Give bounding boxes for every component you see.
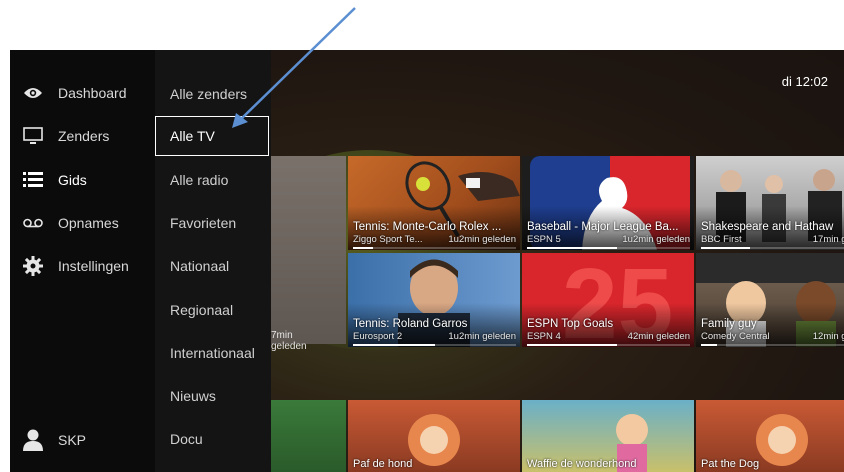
tile-title: Paf de hond [353, 458, 413, 470]
list-icon [22, 169, 44, 191]
sidebar-item-opnames[interactable]: Opnames [10, 208, 155, 238]
submenu-item-docu[interactable]: Docu [170, 431, 203, 447]
clock: di 12:02 [781, 74, 828, 89]
tile-channel: ESPN 5 [527, 234, 561, 245]
progress-bar [701, 344, 844, 346]
tile-title: Waffie de wonderhond [527, 458, 637, 470]
sidebar-item-label: Instellingen [58, 258, 129, 274]
tile-title: Pat the Dog [701, 458, 760, 470]
tile-paf-de-hond[interactable]: Paf de hond [348, 400, 520, 472]
sidebar-item-label: Dashboard [58, 85, 127, 101]
tile-tennis-roland-garros[interactable]: Tennis: Roland Garros Eurosport 2 1u2min… [348, 253, 520, 347]
progress-bar [353, 344, 516, 346]
sidebar-item-profile[interactable]: SKP [10, 425, 155, 455]
monitor-icon [22, 125, 44, 147]
tile-channel: BBC First [701, 234, 742, 245]
tile-pat-the-dog[interactable]: Pat the Dog [696, 400, 844, 472]
submenu-item-regionaal[interactable]: Regionaal [170, 302, 233, 318]
tile-ago: 1u2min geleden [448, 331, 516, 342]
submenu-item-alle-tv[interactable]: Alle TV [155, 116, 269, 156]
tile-ago: 1u2min geleden [448, 234, 516, 245]
voicemail-icon [22, 212, 44, 234]
tile-title: Family guy [701, 318, 757, 330]
sidebar-item-dashboard[interactable]: Dashboard [10, 78, 155, 108]
sidebar-item-label: Gids [58, 172, 87, 188]
sidebar-item-zenders[interactable]: Zenders [10, 121, 155, 151]
gear-icon [22, 255, 44, 277]
sidebar-item-label: Zenders [58, 128, 110, 144]
tile-title: Shakespeare and Hathaw [701, 221, 834, 233]
eye-icon [22, 82, 44, 104]
tile-title: Tennis: Monte-Carlo Rolex ... [353, 221, 502, 233]
sidebar: Dashboard Zenders Gids Opnames Instellin… [10, 50, 155, 472]
user-icon [22, 429, 44, 451]
sidebar-item-label: SKP [58, 432, 87, 448]
sidebar-item-gids[interactable]: Gids [10, 165, 155, 195]
progress-bar [701, 247, 844, 249]
submenu-item-nationaal[interactable]: Nationaal [170, 258, 229, 274]
tile-channel: Comedy Central [701, 331, 770, 342]
submenu-item-favorieten[interactable]: Favorieten [170, 215, 236, 231]
tile-title: Tennis: Roland Garros [353, 318, 468, 330]
tile-channel: Ziggo Sport Te... [353, 234, 423, 245]
progress-bar [527, 344, 690, 346]
tile-ago: 42min geleden [627, 331, 690, 342]
tile-espn-top-goals[interactable]: 25 ESPN Top Goals ESPN 4 42min geleden [522, 253, 694, 347]
tile-tennis-monte-carlo[interactable]: Tennis: Monte-Carlo Rolex ... Ziggo Spor… [348, 156, 520, 250]
submenu-item-alle-zenders[interactable]: Alle zenders [170, 86, 247, 102]
sidebar-item-label: Opnames [58, 215, 119, 231]
tile-channel: Eurosport 2 [353, 331, 403, 342]
tile-ago: 1u2min geleden [622, 234, 690, 245]
tile-waffie[interactable]: Waffie de wonderhond [522, 400, 694, 472]
submenu-item-nieuws[interactable]: Nieuws [170, 388, 216, 404]
progress-bar [353, 247, 516, 249]
progress-bar [527, 247, 690, 249]
tile-title: ESPN Top Goals [527, 318, 614, 330]
submenu-item-alle-radio[interactable]: Alle radio [170, 172, 228, 188]
tile-shakespeare[interactable]: Shakespeare and Hathaw BBC First 17min g… [696, 156, 844, 250]
submenu-item-internationaal[interactable]: Internationaal [170, 345, 255, 361]
tile-family-guy[interactable]: Family guy Comedy Central 12min gelec [696, 253, 844, 347]
sidebar-item-instellingen[interactable]: Instellingen [10, 251, 155, 281]
tv-screen: di 12:02 7min geleden Tennis: Monte-Carl… [10, 50, 844, 472]
tile-baseball-mlb[interactable]: Baseball - Major League Ba... ESPN 5 1u2… [522, 156, 694, 250]
tile-channel: ESPN 4 [527, 331, 561, 342]
tile-ago: 12min gelec [812, 331, 844, 342]
submenu: Alle zenders Alle TV Alle radio Favoriet… [155, 50, 271, 472]
partial-tile[interactable] [271, 156, 346, 344]
tile-ago: 17min gelec [812, 234, 844, 245]
partial-tile-ago: 7min geleden [271, 330, 307, 352]
tile-title: Baseball - Major League Ba... [527, 221, 679, 233]
